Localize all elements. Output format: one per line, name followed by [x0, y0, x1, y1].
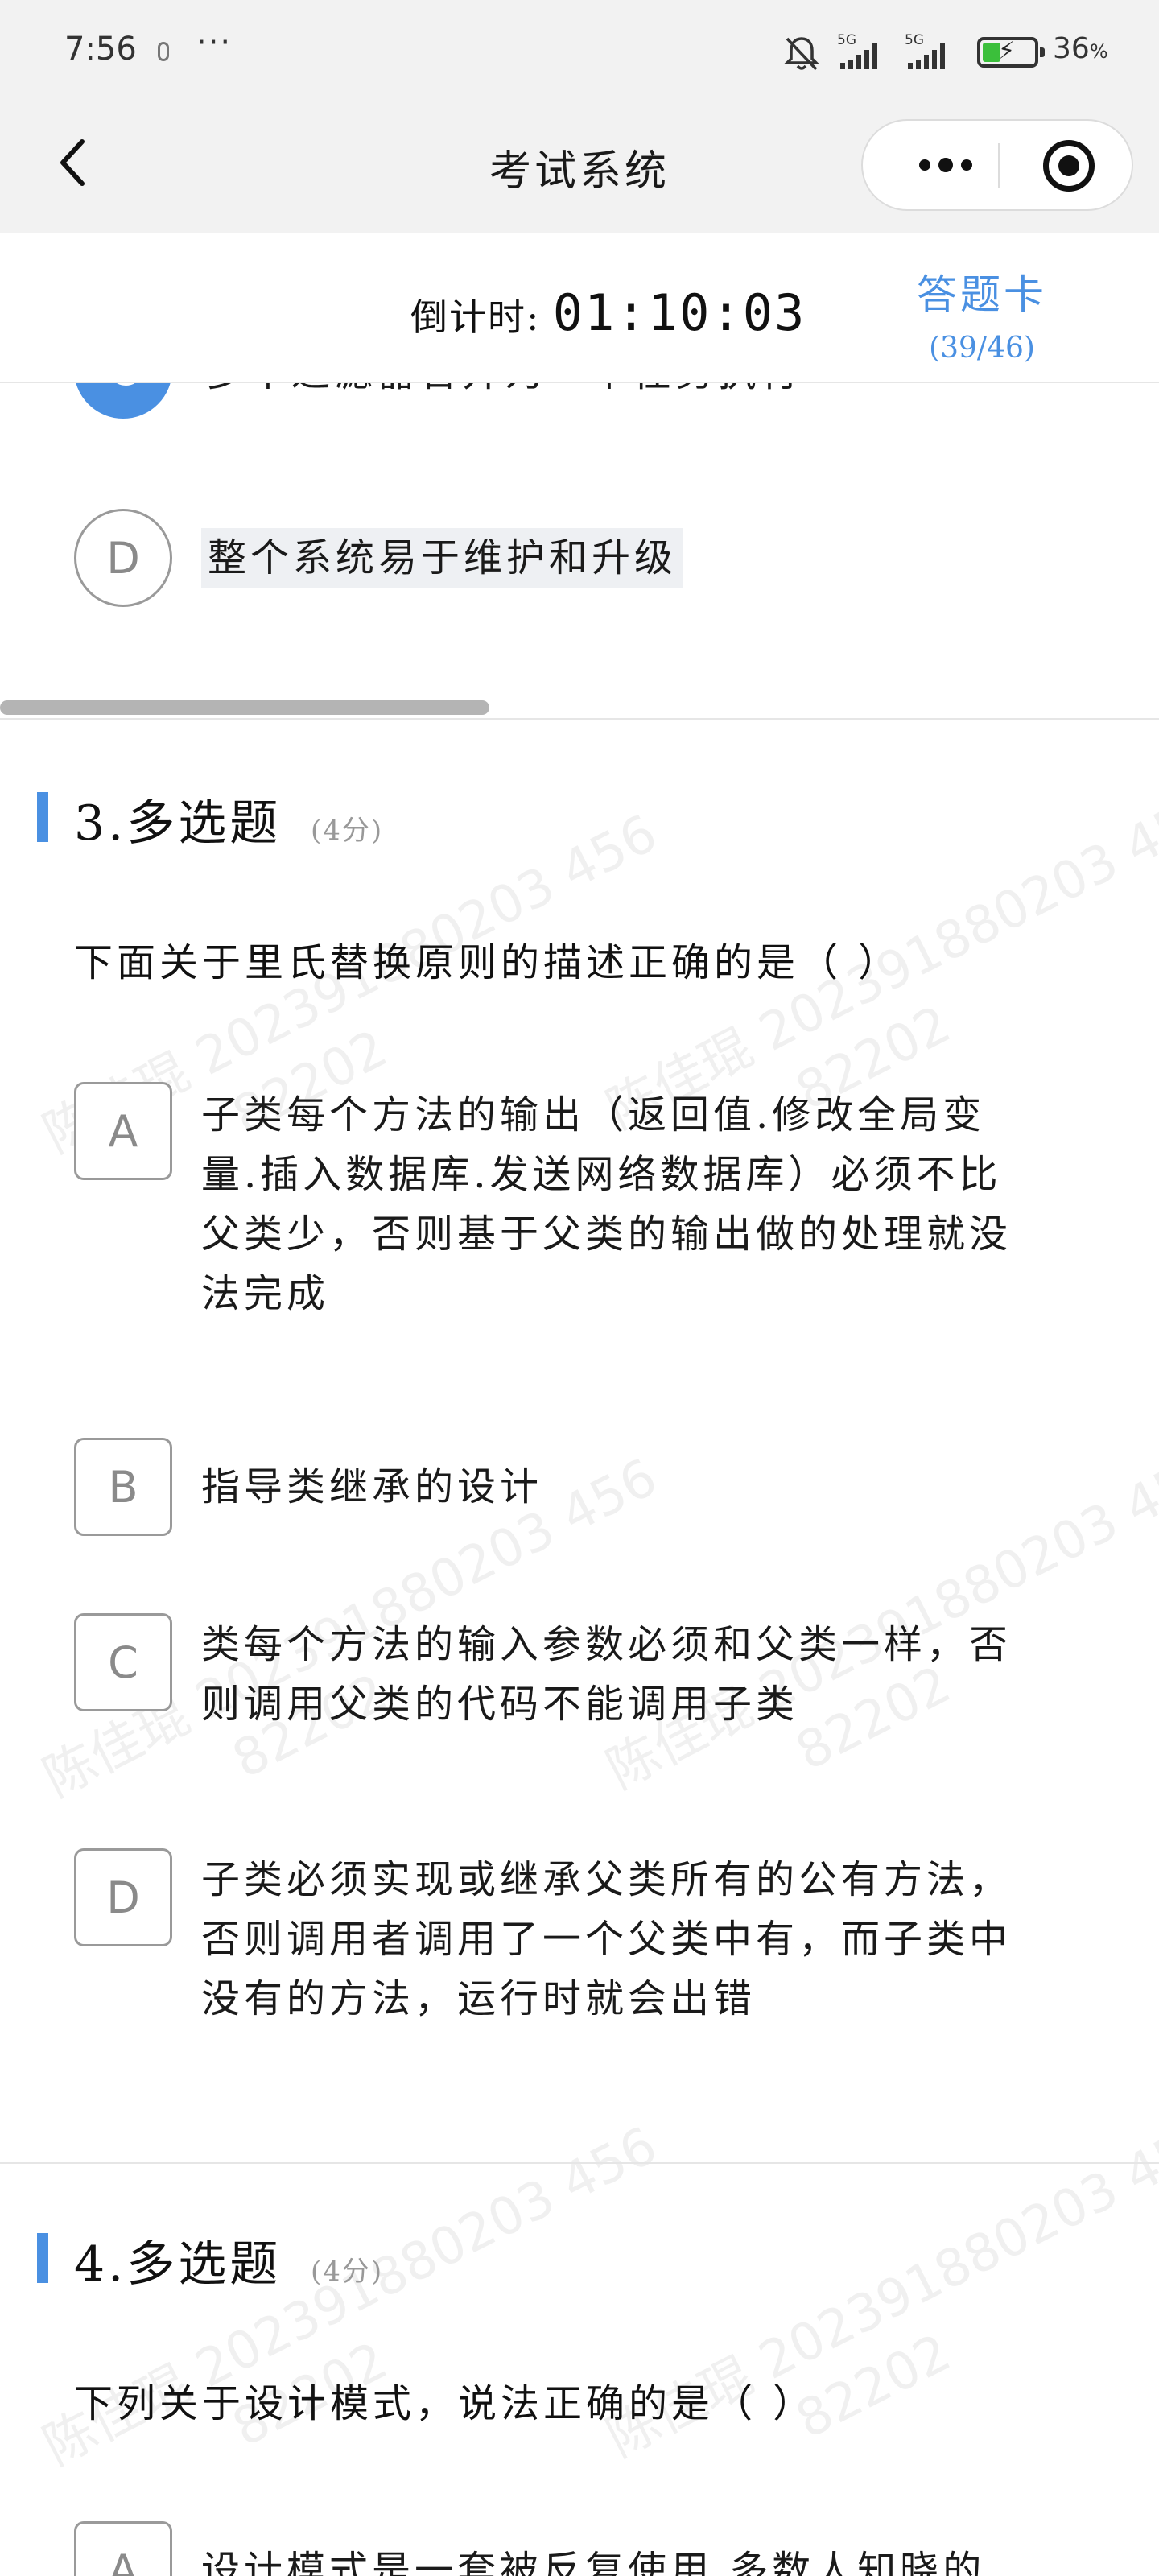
question-4-title: 4.多选题 — [74, 2236, 282, 2293]
countdown-value: 01:10:03 — [552, 283, 806, 342]
horizontal-scrollbar[interactable] — [0, 700, 489, 715]
option-a-checkbox[interactable]: A — [74, 2521, 172, 2576]
question-3-stem: 下面关于里氏替换原则的描述正确的是（ ） — [74, 940, 901, 985]
signal-icon-2: 5G — [905, 32, 963, 77]
section-divider — [0, 2162, 1159, 2164]
option-d-text[interactable]: 整个系统易于维护和升级 — [201, 528, 684, 588]
option-c-text[interactable]: 多个过滤器合并为一个任务执行 — [206, 383, 803, 402]
battery-icon: ⚡ — [977, 37, 1045, 68]
option-a-checkbox[interactable]: A — [74, 1082, 172, 1180]
microphone-icon — [158, 42, 169, 61]
option-c-radio-selected[interactable]: C — [74, 383, 172, 419]
option-b-text[interactable]: 指导类继承的设计 — [201, 1457, 542, 1517]
question-3-score: (4分) — [311, 815, 384, 847]
nav-bar: 考试系统 — [0, 105, 1159, 233]
signal-icon: 5G — [837, 32, 895, 77]
battery-percent: 36% — [1053, 32, 1108, 65]
watermark: 陈佳琨 202391880203 456 82202 — [34, 2116, 666, 2478]
charging-bolt-icon: ⚡ — [998, 37, 1016, 65]
status-bar: 7:56 ··· 5G 5G ⚡ 36% — [0, 0, 1159, 105]
bell-muted-icon — [783, 37, 820, 71]
answer-card-button[interactable]: 答题卡 (39/46) — [893, 262, 1070, 365]
section-divider — [0, 718, 1159, 720]
status-more-dots: ··· — [196, 24, 233, 61]
question-scroll-area[interactable]: 陈佳琨 202391880203 456 82202 陈佳琨 2023918802… — [0, 383, 1159, 2576]
countdown-label: 倒计时: — [410, 295, 541, 339]
option-c-text[interactable]: 类每个方法的输入参数必须和父类一样，否 则调用父类的代码不能调用子类 — [201, 1615, 1012, 1734]
exam-header: 倒计时: 01:10:03 答题卡 (39/46) — [0, 233, 1159, 383]
more-icon — [919, 159, 930, 171]
question-accent-bar — [37, 2233, 48, 2283]
question-4-score: (4分) — [311, 2256, 384, 2288]
option-c-checkbox[interactable]: C — [74, 1613, 172, 1711]
question-4-stem: 下列关于设计模式，说法正确的是（ ） — [74, 2381, 816, 2426]
option-d-radio[interactable]: D — [74, 509, 172, 607]
question-accent-bar — [37, 792, 48, 842]
option-a-text[interactable]: 设计模式是一套被反复使用,多数人知晓的 — [201, 2541, 985, 2576]
option-d-checkbox[interactable]: D — [74, 1848, 172, 1946]
more-menu-button[interactable] — [901, 121, 990, 209]
answer-card-label: 答题卡 — [917, 271, 1047, 318]
option-b-checkbox[interactable]: B — [74, 1438, 172, 1536]
option-d-text[interactable]: 子类必须实现或继承父类所有的公有方法， 否则调用者调用了一个父类中有，而子类中 … — [201, 1850, 1012, 2029]
watermark: 陈佳琨 202391880203 456 82202 — [597, 2107, 1159, 2470]
option-a-text[interactable]: 子类每个方法的输出（返回值.修改全局变 量.插入数据库.发送网络数据库）必须不比… — [201, 1085, 1012, 1323]
status-time: 7:56 — [64, 31, 137, 68]
mini-program-capsule — [861, 119, 1133, 211]
answer-card-count: (39/46) — [929, 332, 1035, 365]
countdown-timer: 倒计时: 01:10:03 — [410, 283, 806, 342]
close-mini-program-button[interactable] — [1043, 140, 1095, 192]
question-3-title: 3.多选题 — [74, 795, 282, 852]
